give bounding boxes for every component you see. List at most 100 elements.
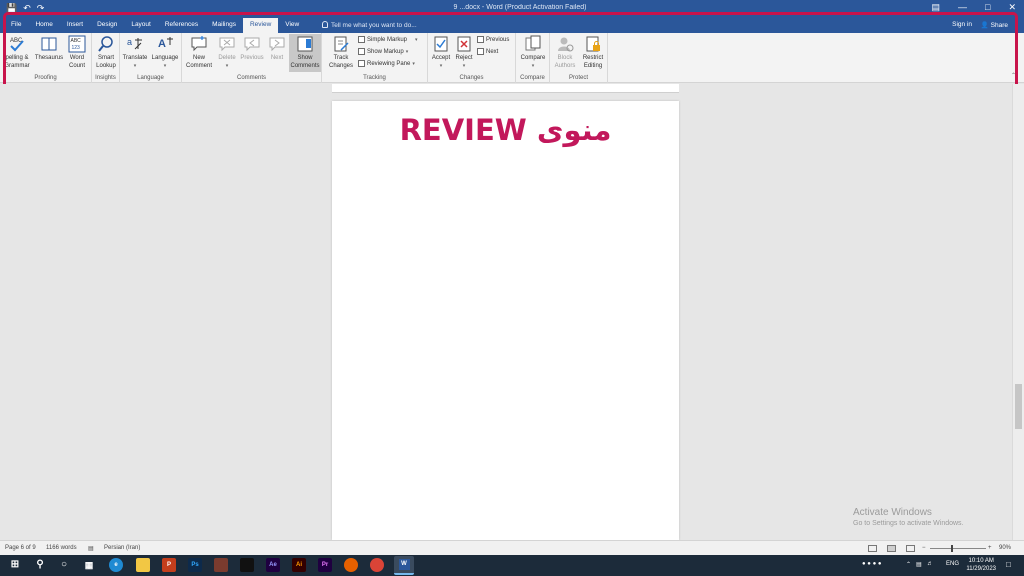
terminal-icon[interactable] [240,558,254,572]
edge-icon[interactable]: e [109,558,123,572]
notifications-icon[interactable]: □ [1006,560,1011,569]
after-effects-icon[interactable]: Ae [266,558,280,572]
show-markup-dropdown[interactable]: Show Markup ▾ [358,48,408,55]
block-authors-button[interactable]: Block Authors [552,35,578,70]
tab-home[interactable]: Home [28,18,59,33]
page-count[interactable]: Page 6 of 9 [5,545,36,551]
next-change-button[interactable]: Next [477,48,498,55]
sign-in-link[interactable]: Sign in [952,21,972,28]
word-taskbar-icon[interactable]: W [394,556,414,575]
ribbon-display-icon[interactable]: ▤ [932,2,941,13]
collapse-ribbon-icon[interactable]: ⌃ [1011,72,1016,79]
language-button[interactable]: A Language ▾ [150,35,180,70]
zoom-level[interactable]: 90% [999,545,1011,551]
vertical-scrollbar[interactable] [1012,84,1024,540]
magnifier-icon [98,36,113,52]
close-icon[interactable]: ✕ [1008,2,1016,13]
reject-button[interactable]: Reject ▾ [453,35,475,70]
previous-comment-button[interactable]: Previous [239,35,265,62]
input-language[interactable]: ENG [946,561,959,567]
tray-app-icons[interactable]: ● ● ● ● [862,561,882,567]
scrollbar-thumb[interactable] [1015,384,1022,429]
document-language[interactable]: Persian (Iran) [104,545,140,551]
thesaurus-button[interactable]: Thesaurus [34,35,64,62]
cortana-icon[interactable]: ○ [57,558,71,572]
file-explorer-icon[interactable] [136,558,150,572]
word-count[interactable]: 1166 words [46,545,77,551]
tab-design[interactable]: Design [90,18,124,33]
minimize-icon[interactable]: — [958,2,967,13]
chrome-icon[interactable] [370,558,384,572]
compare-label: Compare [520,55,546,61]
reject-icon [457,36,471,52]
reviewing-pane-label: Reviewing Pane [367,60,411,67]
accept-button[interactable]: Accept ▾ [430,35,452,70]
firefox-icon[interactable] [344,558,358,572]
undo-icon[interactable]: ↶ [23,3,31,14]
smart-lookup-button[interactable]: Smart Lookup [93,35,119,70]
winrar-icon[interactable] [214,558,228,572]
language-icon: A [158,37,173,50]
volume-icon[interactable]: ♬ [927,561,933,567]
system-clock[interactable]: 10:10 AM 11/29/2023 [966,557,996,573]
tray-chevron-icon[interactable]: ⌃ [906,561,911,568]
premiere-icon[interactable]: Pr [318,558,332,572]
restrict-editing-button[interactable]: Restrict Editing [579,35,607,70]
zoom-out-icon[interactable]: − [922,545,926,551]
tab-insert[interactable]: Insert [60,18,90,33]
previous-change-button[interactable]: Previous [477,36,509,43]
quick-access-toolbar: 💾 ↶ ↷ [6,3,44,14]
accept-icon [434,36,448,52]
share-button[interactable]: 👤 Share [981,21,1008,29]
zoom-slider-thumb[interactable] [951,545,953,552]
previous-change-label: Previous [486,36,510,43]
maximize-icon[interactable]: □ [985,2,990,13]
previous-page-edge [332,84,679,93]
read-mode-icon[interactable] [868,545,877,552]
zoom-slider[interactable] [930,548,986,549]
tell-me-search[interactable]: Tell me what you want to do... [322,21,417,29]
new-comment-icon [191,36,207,52]
next-comment-label: Next [270,55,284,61]
tab-mailings[interactable]: Mailings [205,18,243,33]
ribbon-tab-bar: File Home Insert Design Layout Reference… [0,18,1024,33]
window-title: 9 ...docx - Word (Product Activation Fai… [453,4,587,11]
windows-start-icon[interactable]: ⊞ [8,558,22,572]
save-icon[interactable]: 💾 [6,3,17,14]
word-count-button[interactable]: ABC 123 Word Count [66,35,88,70]
compare-button[interactable]: Compare ▾ [518,35,548,70]
spelling-grammar-button[interactable]: ABC pelling & Grammar [2,35,32,70]
photoshop-icon[interactable]: Ps [188,558,202,572]
show-comments-icon [297,36,313,52]
translate-button[interactable]: a Translate ▾ [122,35,148,70]
tab-view[interactable]: View [278,18,306,33]
track-changes-button[interactable]: Track Changes [326,35,356,70]
next-comment-button[interactable]: Next [266,35,288,62]
web-layout-icon[interactable] [906,545,915,552]
tab-review[interactable]: Review [242,18,279,33]
delete-comment-label: Delete [218,55,236,61]
document-page[interactable]: منوی REVIEW [332,101,679,540]
tab-file[interactable]: File [4,18,28,33]
reject-label: Reject [455,55,473,61]
print-layout-icon[interactable] [887,545,896,552]
task-view-icon[interactable]: ▦ [82,558,96,572]
changes-group: Accept ▾ Reject ▾ Previous Next Changes [428,33,516,83]
svg-text:ABC: ABC [71,38,82,44]
powerpoint-icon[interactable]: P [162,558,176,572]
proofing-status-icon[interactable]: ▤ [88,545,94,552]
delete-comment-button[interactable]: Delete ▾ [216,35,238,70]
redo-icon[interactable]: ↷ [37,3,45,14]
tab-references[interactable]: References [158,18,205,33]
search-icon[interactable]: ⚲ [33,558,47,572]
tab-layout[interactable]: Layout [124,18,158,33]
new-comment-button[interactable]: New Comment [184,35,214,70]
reviewing-pane-dropdown[interactable]: Reviewing Pane ▾ [358,60,415,67]
show-comments-button[interactable]: Show Comments [289,34,321,72]
language-label: Language [151,55,179,61]
illustrator-icon[interactable]: Ai [292,558,306,572]
network-icon[interactable]: ▤ [916,561,922,568]
simple-markup-dropdown[interactable]: Simple Markup ▾ [358,36,418,43]
zoom-in-icon[interactable]: + [988,545,992,551]
status-bar: Page 6 of 9 1166 words ▤ Persian (Iran) … [0,540,1024,555]
